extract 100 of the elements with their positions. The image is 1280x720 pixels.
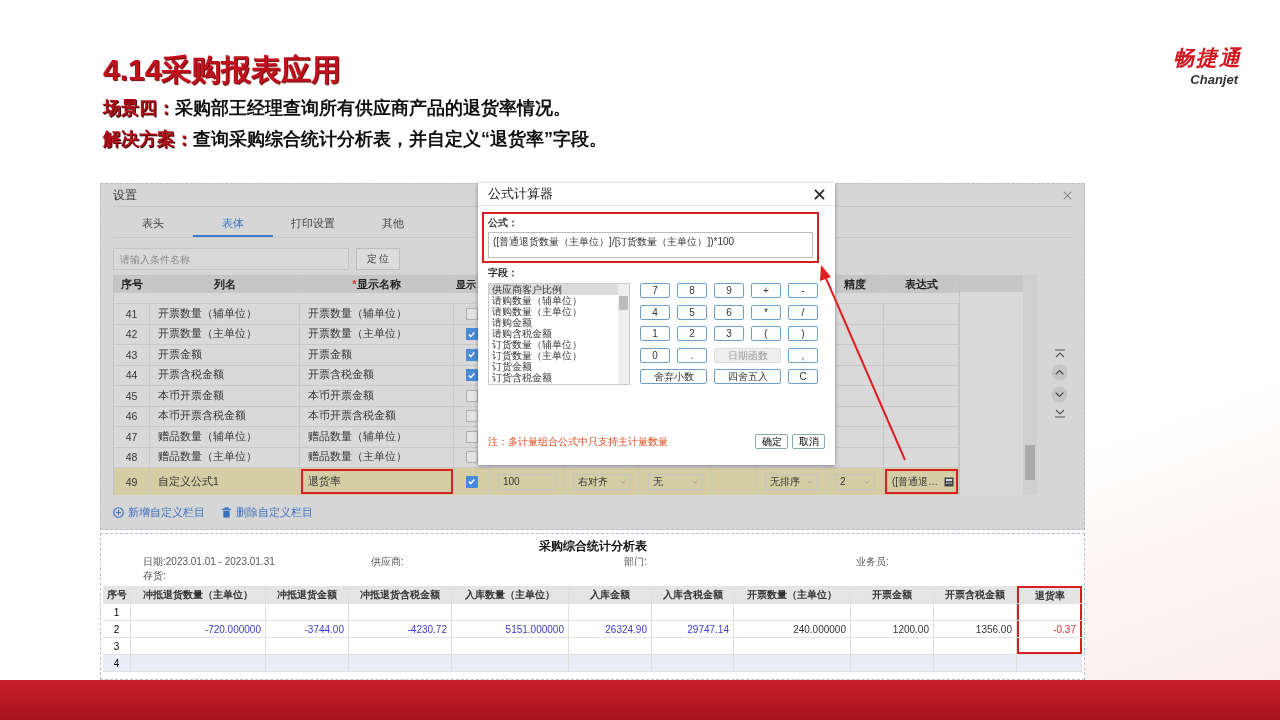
checkbox[interactable] — [465, 369, 478, 382]
report-title: 采购综合统计分析表 — [537, 539, 648, 553]
checkbox[interactable] — [465, 307, 478, 320]
scroll-top-icon[interactable] — [1053, 349, 1066, 359]
checkbox[interactable] — [465, 475, 478, 488]
dialog-title: 公式计算器 — [488, 185, 553, 203]
column-name: 自定义公式1 — [158, 474, 219, 489]
column-name: 开票数量（主单位） — [158, 327, 257, 342]
checkbox[interactable] — [465, 410, 478, 423]
column-header: 精度 — [844, 277, 866, 292]
column-name: 赠品数量（主单位） — [158, 450, 257, 465]
close-icon[interactable] — [814, 188, 825, 200]
calculator-key[interactable]: 2 — [677, 326, 707, 342]
row-number: 49 — [125, 475, 138, 488]
column-header: 入库数量（主单位） — [465, 587, 555, 602]
table-cell: -3744.00 — [304, 623, 344, 635]
display-name: 开票数量（辅单位） — [308, 306, 407, 321]
calculator-key[interactable]: ( — [751, 326, 781, 342]
list-item[interactable]: 请购数量（主单位） — [489, 306, 618, 317]
calculator-key[interactable]: 6 — [714, 304, 744, 320]
checkbox[interactable] — [465, 451, 478, 464]
list-item[interactable]: 供应商客户比例 — [489, 284, 618, 295]
calculator-key[interactable]: - — [788, 283, 818, 298]
display-name: 开票数量（主单位） — [308, 327, 407, 342]
row-number: 47 — [125, 430, 138, 443]
display-name: 本币开票含税金额 — [308, 409, 396, 424]
scroll-bottom-icon[interactable] — [1053, 408, 1066, 418]
table-row[interactable]: 49 自定义公式1 退货率 100 右对齐 无 无排序 2 ([普通退… — [114, 467, 959, 495]
locate-button[interactable]: 定 位 — [356, 248, 400, 270]
list-item[interactable]: 请购数量（辅单位） — [489, 295, 618, 306]
calculator-key[interactable]: / — [788, 304, 818, 320]
expression-text: ([普通退… — [892, 474, 939, 489]
table-cell: -4230.72 — [407, 623, 447, 635]
field-label: 公式： — [488, 216, 519, 230]
list-item[interactable]: 订货含税金额 — [489, 372, 618, 383]
input-field[interactable]: 100 — [498, 473, 556, 490]
calculator-key[interactable]: 3 — [714, 326, 744, 342]
dropdown[interactable]: 右对齐 — [573, 473, 631, 490]
dropdown[interactable]: 无排序 — [765, 473, 818, 490]
column-header: 显示 — [456, 277, 476, 292]
note-text: 注：多计量组合公式中只支持主计量数量 — [488, 434, 668, 449]
row-number: 42 — [125, 328, 138, 341]
tab[interactable]: 打印设置 — [273, 211, 353, 237]
calculator-key[interactable]: 舍弃小数 — [640, 369, 707, 385]
tab[interactable]: 表头 — [113, 211, 193, 237]
action-link[interactable]: 删除自定义栏目 — [221, 505, 313, 520]
calculator-key[interactable]: 0 — [640, 347, 670, 363]
tab[interactable]: 其他 — [353, 211, 433, 237]
column-header: 冲抵退货金额 — [277, 587, 337, 602]
list-item[interactable]: 请购含税金额 — [489, 328, 618, 339]
panel-title: 设置 — [113, 186, 137, 204]
calculator-icon[interactable] — [944, 476, 955, 487]
display-name: 本币开票金额 — [308, 388, 374, 403]
dialog-button[interactable]: 取消 — [792, 434, 825, 449]
display-name: 开票金额 — [308, 347, 352, 362]
calculator-key[interactable]: 8 — [677, 283, 707, 298]
display-name: 退货率 — [308, 474, 341, 489]
checkbox[interactable] — [465, 389, 478, 402]
table-row[interactable]: 2 -720.000000 -3744.00 -4230.72 5151.000000 26324.90 29747.14 240.000000 1200.00 1356.00 -0.37 — [103, 621, 1082, 638]
calculator-key[interactable]: 4 — [640, 304, 670, 320]
search-field[interactable]: 请输入条件名称 — [113, 248, 349, 270]
calculator-key[interactable]: + — [751, 283, 781, 298]
dialog-button[interactable]: 确定 — [755, 434, 788, 449]
calculator-key[interactable]: , — [788, 347, 818, 363]
calculator-key[interactable]: 7 — [640, 283, 670, 298]
chevron-up-icon[interactable] — [1051, 364, 1068, 381]
column-name: 开票含税金额 — [158, 368, 224, 383]
chevron-down-icon[interactable] — [1051, 386, 1068, 403]
checkbox[interactable] — [465, 328, 478, 341]
table-cell: -720.000000 — [204, 623, 261, 635]
column-header: 序号 — [120, 277, 143, 292]
dropdown[interactable]: 无 — [648, 473, 703, 490]
calculator-key[interactable]: 5 — [677, 304, 707, 320]
calculator-key[interactable]: * — [751, 304, 781, 320]
checkbox[interactable] — [465, 348, 478, 361]
list-item[interactable]: 订货数量（主单位） — [489, 350, 618, 361]
calculator-key[interactable]: . — [677, 347, 707, 363]
calculator-key[interactable]: ) — [788, 326, 818, 342]
table-row[interactable]: 1 — [103, 604, 1082, 621]
table-row[interactable]: 4 — [103, 655, 1082, 672]
table-cell: 5151.000000 — [505, 623, 564, 635]
display-name: 赠品数量（辅单位） — [308, 429, 407, 444]
calculator-key[interactable]: 1 — [640, 326, 670, 342]
column-header: 序号 — [106, 587, 127, 602]
calculator-key[interactable]: 四舍五入 — [714, 369, 781, 385]
slide-title: 4.14采购报表应用 — [103, 52, 343, 88]
calculator-key[interactable]: 9 — [714, 283, 744, 298]
scrollbar[interactable] — [618, 284, 629, 384]
column-header: 入库含税金额 — [662, 587, 723, 602]
list-item[interactable]: 订货金额 — [489, 361, 618, 372]
dropdown[interactable]: 2 — [835, 473, 875, 490]
calculator-key[interactable]: C — [788, 369, 818, 385]
column-header: 开票含税金额 — [945, 587, 1005, 602]
scrollbar[interactable] — [1023, 275, 1037, 495]
action-link[interactable]: 新增自定义栏目 — [113, 505, 205, 520]
formula-field[interactable]: ([普通退货数量（主单位）]/[订货数量（主单位）])*100 — [488, 232, 813, 258]
checkbox[interactable] — [465, 430, 478, 443]
logo-subtext: Chanjet — [1190, 72, 1238, 87]
column-name: 开票数量（辅单位） — [158, 306, 257, 321]
column-name: 本币开票金额 — [158, 388, 224, 403]
